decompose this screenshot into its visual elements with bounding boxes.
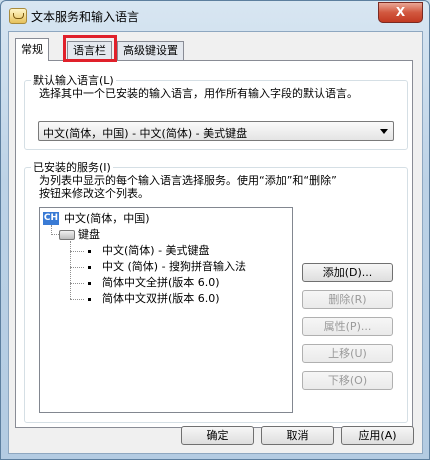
tree-service-item[interactable]: 简体中文双拼(版本 6.0) xyxy=(102,291,220,306)
tree-connector xyxy=(70,241,71,299)
dialog-window: 文本服务和输入语言 X 常规 语言栏 高级键设置 默认输入语言(L) 已安装的服… xyxy=(0,0,430,460)
tree-service-item[interactable]: 中文 (简体) - 搜狗拼音输入法 xyxy=(102,259,246,274)
tab-advanced-key-settings[interactable]: 高级键设置 xyxy=(117,41,184,60)
default-language-select[interactable]: 中文(简体，中国) - 中文(简体) - 美式键盘 xyxy=(38,121,394,141)
cancel-button[interactable]: 取消 xyxy=(261,426,334,445)
properties-button[interactable]: 属性(P)... xyxy=(302,317,393,336)
remove-button[interactable]: 删除(R) xyxy=(302,290,393,309)
default-language-value: 中文(简体，中国) - 中文(简体) - 美式键盘 xyxy=(43,127,248,140)
keyboard-icon xyxy=(59,230,75,240)
move-down-button[interactable]: 下移(O) xyxy=(302,371,393,390)
tree-connector xyxy=(51,234,59,235)
tree-connector xyxy=(70,267,84,268)
tree-connector xyxy=(70,283,84,284)
title-bar[interactable]: 文本服务和输入语言 X xyxy=(1,1,429,31)
tree-connector xyxy=(70,299,84,300)
tab-language-bar[interactable]: 语言栏 xyxy=(67,41,112,60)
app-keyboard-icon xyxy=(9,8,27,24)
installed-services-heading: 已安装的服务(I) xyxy=(33,161,111,174)
ok-button[interactable]: 确定 xyxy=(181,426,254,445)
tree-language-node[interactable]: 中文(简体，中国) xyxy=(64,211,150,226)
close-button[interactable]: X xyxy=(378,2,423,23)
bullet-icon xyxy=(88,250,91,253)
bullet-icon xyxy=(88,266,91,269)
tree-service-item[interactable]: 中文(简体) - 美式键盘 xyxy=(102,243,210,258)
tree-service-item[interactable]: 简体中文全拼(版本 6.0) xyxy=(102,275,220,290)
apply-button[interactable]: 应用(A) xyxy=(341,426,414,445)
installed-services-description-1: 为列表中显示的每个输入语言选择服务。使用“添加”和“删除” xyxy=(39,174,337,187)
tab-general[interactable]: 常规 xyxy=(15,38,49,61)
tree-keyboard-node[interactable]: 键盘 xyxy=(78,227,100,242)
chevron-down-icon xyxy=(380,129,388,134)
default-language-heading: 默认输入语言(L) xyxy=(33,74,114,87)
installed-services-tree[interactable]: CH 中文(简体，中国) 键盘 中文(简体) - 美式键盘 中文 (简体) - … xyxy=(39,207,293,413)
default-language-description: 选择其中一个已安装的输入语言，用作所有输入字段的默认语言。 xyxy=(39,87,358,100)
bullet-icon xyxy=(88,298,91,301)
add-button[interactable]: 添加(D)... xyxy=(302,263,393,282)
window-title: 文本服务和输入语言 xyxy=(31,10,140,24)
move-up-button[interactable]: 上移(U) xyxy=(302,344,393,363)
tree-connector xyxy=(70,251,84,252)
language-badge-icon: CH xyxy=(43,212,59,225)
bullet-icon xyxy=(88,282,91,285)
installed-services-description-2: 按钮来修改这个列表。 xyxy=(39,187,149,200)
